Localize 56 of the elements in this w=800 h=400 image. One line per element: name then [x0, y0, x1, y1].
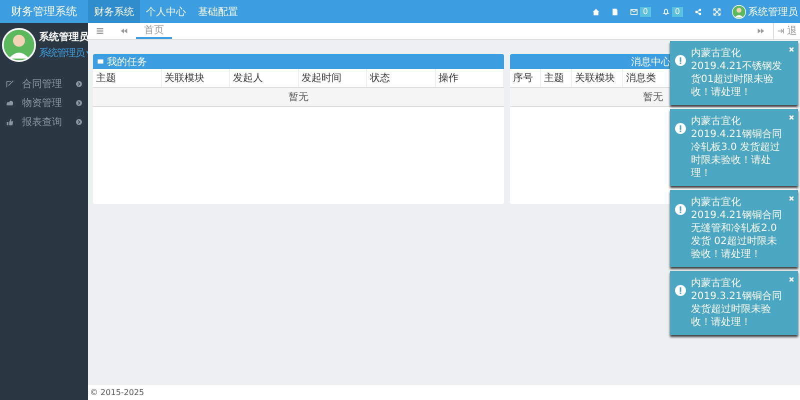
nav-tab[interactable]: 个人中心 [140, 0, 192, 23]
column-header: 主题 [541, 69, 572, 87]
notification-text: 内蒙古宜化2019.4.21钢铜合同冷轧板3.0 发货超过时限未验收！请处理！ [691, 115, 783, 180]
column-header: 发起时间 [298, 69, 367, 87]
list-icon [97, 58, 104, 65]
empty-message: 暂无 [643, 92, 663, 103]
column-header: 操作 [436, 69, 504, 87]
column-header: 关联模块 [162, 69, 230, 87]
notification-text: 内蒙古宜化2019.3.21钢铜合同发货超过时限未验收！请处理！ [691, 277, 783, 329]
sidebar-item[interactable]: 物资管理 [0, 93, 88, 112]
column-header: 序号 [510, 69, 541, 87]
panel-title: 消息中心 [631, 56, 671, 68]
notification-text: 内蒙古宜化2019.4.21钢铜合同无缝管和冷轧板2.0 发货 02超过时限未验收！请处理！ [691, 196, 783, 261]
user-menu[interactable]: 系统管理员 [748, 4, 798, 18]
close-icon[interactable] [789, 277, 794, 282]
close-icon[interactable] [789, 47, 794, 52]
column-header: 状态 [367, 69, 436, 87]
info-icon [675, 123, 686, 134]
info-icon [675, 55, 686, 66]
expand-icon[interactable] [713, 8, 721, 16]
exit-button[interactable]: 退 [773, 23, 800, 39]
mail-count: 0 [640, 6, 651, 16]
column-header: 发起人 [230, 69, 298, 87]
forward-icon[interactable] [757, 27, 765, 35]
copyright: © 2015-2025 [90, 388, 144, 397]
chevron-icon [76, 118, 82, 124]
avatar-icon [2, 28, 36, 62]
empty-message: 暂无 [288, 92, 308, 103]
nav-tab[interactable]: 基础配置 [192, 0, 244, 23]
column-header: 主题 [93, 69, 162, 87]
app-title: 财务管理系统 [0, 0, 88, 23]
cloud-icon [6, 98, 14, 106]
edit-icon [6, 80, 14, 88]
sidebar-item[interactable]: 报表查询 [0, 112, 88, 131]
exit-icon [777, 27, 785, 35]
home-icon[interactable] [592, 8, 600, 16]
mail-icon[interactable] [630, 8, 638, 16]
user-name: 系统管理员 [39, 30, 90, 44]
nav-tab[interactable]: 财务系统 [88, 0, 140, 23]
menu-icon[interactable] [96, 27, 104, 35]
thumbs-up-icon [6, 118, 14, 126]
chevron-icon [76, 100, 82, 106]
document-icon[interactable] [610, 8, 619, 16]
column-header: 关联模块 [572, 69, 623, 87]
info-icon [675, 204, 686, 215]
share-icon[interactable] [694, 8, 702, 16]
chevron-icon [76, 80, 82, 86]
close-icon[interactable] [789, 115, 794, 120]
alert-count: 0 [672, 6, 683, 16]
panel-title: 我的任务 [107, 56, 147, 68]
backward-icon[interactable] [120, 27, 128, 35]
sidebar-item[interactable]: 合同管理 [0, 74, 88, 93]
info-icon [675, 285, 686, 296]
bell-icon[interactable] [662, 8, 670, 16]
close-icon[interactable] [789, 196, 794, 201]
avatar-icon[interactable] [732, 4, 746, 18]
